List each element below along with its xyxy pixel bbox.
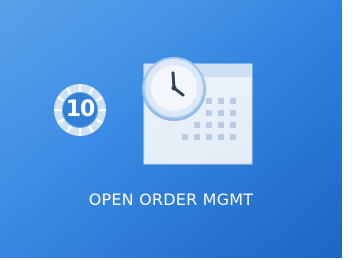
calendar-clock-icon — [136, 50, 256, 170]
tile-label: OPEN ORDER MGMT — [88, 190, 254, 209]
badge-count: 10 — [65, 97, 96, 122]
open-order-mgmt-tile[interactable]: 10 OPEN ORDER MGMT — [0, 0, 342, 258]
count-badge: 10 — [52, 82, 108, 138]
